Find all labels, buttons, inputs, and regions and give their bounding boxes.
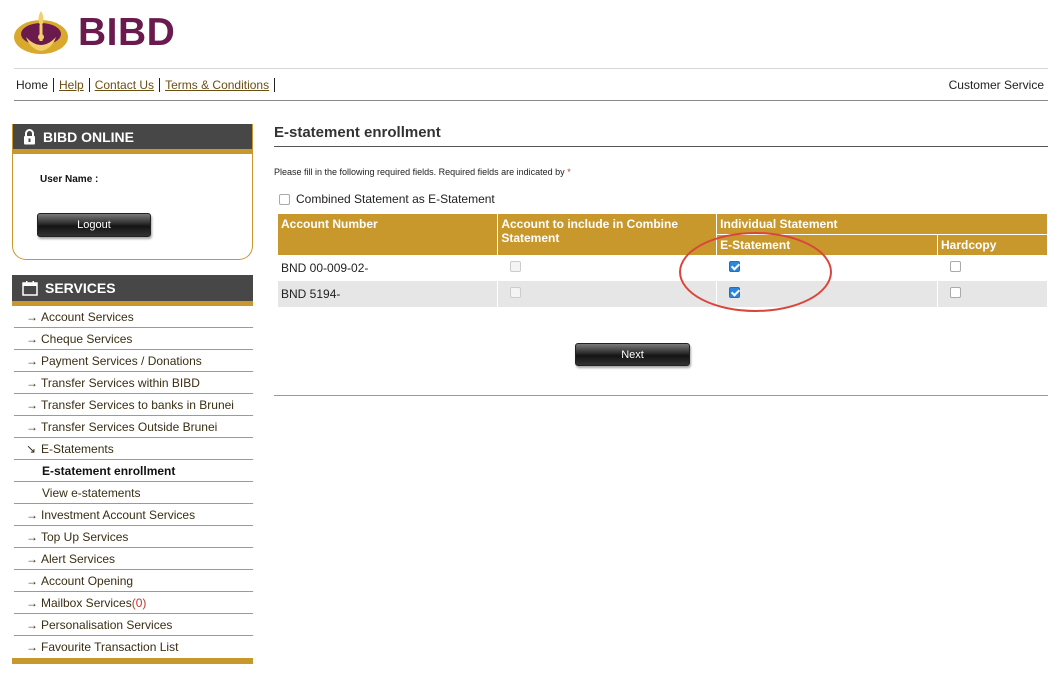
account-number-cell: BND 5194- xyxy=(278,281,499,307)
menu-favourite-transactions[interactable]: → Favourite Transaction List xyxy=(14,636,253,658)
e-statement-checkbox[interactable] xyxy=(729,261,741,272)
brand-name: BIBD xyxy=(78,11,176,54)
combined-statement-checkbox[interactable] xyxy=(279,193,290,205)
arrow-right-icon: → xyxy=(26,375,38,390)
menu-personalisation-services[interactable]: → Personalisation Services xyxy=(14,614,253,636)
accounts-table: Account Number Account to include in Com… xyxy=(278,214,1048,307)
arrow-right-icon: → xyxy=(26,309,38,324)
combined-statement-option[interactable]: Combined Statement as E-Statement xyxy=(274,192,1048,206)
menu-e-statement-enrollment[interactable]: E-statement enrollment xyxy=(14,460,253,482)
bibd-logo: BIBD xyxy=(12,6,192,60)
login-panel-header: BIBD ONLINE xyxy=(13,124,252,154)
menu-account-services[interactable]: → Account Services xyxy=(14,306,253,328)
main-content: E-statement enrollment Please fill in th… xyxy=(274,124,1048,396)
mailbox-count: (0) xyxy=(131,595,147,610)
services-menu: SERVICES → Account Services → Cheque Servi… xyxy=(12,275,253,664)
hardcopy-checkbox[interactable] xyxy=(950,287,962,298)
arrow-right-icon: → xyxy=(26,617,38,632)
combined-statement-label: Combined Statement as E-Statement xyxy=(296,192,495,206)
next-button[interactable]: Next xyxy=(575,343,690,366)
header-hardcopy: Hardcopy xyxy=(937,234,1048,255)
nav-help[interactable]: Help xyxy=(54,77,90,92)
e-statement-checkbox[interactable] xyxy=(729,287,741,298)
header-combine-statement: Account to include in Combine Statement xyxy=(497,214,718,255)
menu-alert-services[interactable]: → Alert Services xyxy=(14,548,253,570)
login-panel-title: BIBD ONLINE xyxy=(43,128,134,145)
top-navigation: Home Help Contact Us Terms & Conditions … xyxy=(14,68,1048,101)
logout-button[interactable]: Logout xyxy=(37,213,151,237)
header-e-statement: E-Statement xyxy=(716,234,939,255)
combine-checkbox[interactable] xyxy=(510,261,522,272)
menu-view-e-statements[interactable]: View e-statements xyxy=(14,482,253,504)
menu-investment-account[interactable]: → Investment Account Services xyxy=(14,504,253,526)
hardcopy-checkbox[interactable] xyxy=(950,261,962,272)
arrow-right-icon: → xyxy=(26,529,38,544)
login-panel: BIBD ONLINE User Name : Logout xyxy=(12,124,253,260)
menu-e-statements[interactable]: ↘ E-Statements xyxy=(14,438,253,460)
arrow-down-right-icon: ↘ xyxy=(26,441,37,456)
header-account-number: Account Number xyxy=(278,214,499,255)
arrow-right-icon: → xyxy=(26,595,38,610)
menu-mailbox-services[interactable]: → Mailbox Services (0) xyxy=(14,592,253,614)
menu-account-opening[interactable]: → Account Opening xyxy=(14,570,253,592)
arrow-right-icon: → xyxy=(26,551,38,566)
nav-customer-service[interactable]: Customer Service xyxy=(949,78,1044,92)
user-name-label: User Name : xyxy=(40,174,99,185)
arrow-right-icon: → xyxy=(26,640,38,654)
account-number-cell: BND 00-009-02- xyxy=(278,255,499,281)
arrow-right-icon: → xyxy=(26,419,38,434)
nav-home[interactable]: Home xyxy=(14,77,55,92)
calendar-icon xyxy=(22,280,38,296)
instruction-text: Please fill in the following required fi… xyxy=(274,167,571,177)
lock-icon xyxy=(23,128,36,145)
arrow-right-icon: → xyxy=(26,353,38,368)
menu-transfer-within-bibd[interactable]: → Transfer Services within BIBD xyxy=(14,372,253,394)
table-row: BND 00-009-02- xyxy=(278,255,1048,281)
header-individual-statement: Individual Statement xyxy=(716,214,1048,235)
content-divider xyxy=(274,395,1048,396)
required-mark: * xyxy=(567,167,571,177)
nav-terms-conditions[interactable]: Terms & Conditions xyxy=(160,77,276,92)
services-title: SERVICES xyxy=(45,280,116,296)
bibd-emblem-icon xyxy=(14,11,68,54)
arrow-right-icon: → xyxy=(26,573,38,588)
services-header: SERVICES xyxy=(12,275,253,306)
arrow-right-icon: → xyxy=(26,331,38,346)
arrow-right-icon: → xyxy=(26,507,38,522)
arrow-right-icon: → xyxy=(26,397,38,412)
menu-top-up-services[interactable]: → Top Up Services xyxy=(14,526,253,548)
page-title: E-statement enrollment xyxy=(274,124,1048,147)
table-row: BND 5194- xyxy=(278,281,1048,307)
menu-transfer-banks-brunei[interactable]: → Transfer Services to banks in Brunei xyxy=(14,394,253,416)
menu-transfer-outside-brunei[interactable]: → Transfer Services Outside Brunei xyxy=(14,416,253,438)
menu-cheque-services[interactable]: → Cheque Services xyxy=(14,328,253,350)
combine-checkbox[interactable] xyxy=(510,287,522,298)
menu-payment-services[interactable]: → Payment Services / Donations xyxy=(14,350,253,372)
nav-contact-us[interactable]: Contact Us xyxy=(90,77,161,92)
menu-bottom-bar xyxy=(12,658,253,664)
